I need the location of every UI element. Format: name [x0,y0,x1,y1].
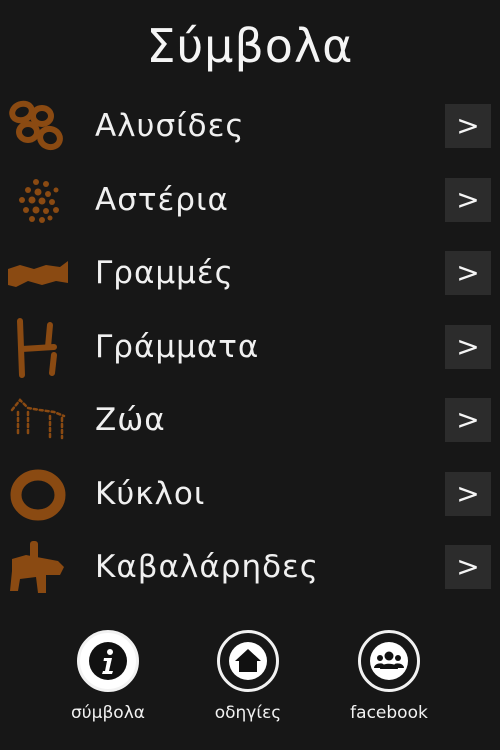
list-item-animals[interactable]: Ζώα > [0,384,500,458]
list-item-circles[interactable]: Κύκλοι > [0,458,500,532]
lines-symbol-icon [6,243,70,305]
chevron-right-button[interactable]: > [445,104,491,148]
symbol-list: Αλυσίδες > Αστέρια > Γραμμές > Γράμματα … [0,90,500,605]
list-item-letters[interactable]: Γράμματα > [0,311,500,385]
rider-symbol-icon [6,537,70,599]
app-screen: Σύμβολα Αλυσίδες > Αστέρια > Γραμμές > Γ… [0,0,500,750]
nav-item-symbols[interactable]: σύμβολα [38,630,178,723]
nav-label: facebook [350,703,428,723]
list-item-label: Κύκλοι [95,475,206,512]
list-item-chains[interactable]: Αλυσίδες > [0,90,500,164]
home-icon[interactable] [217,630,279,692]
chevron-right-button[interactable]: > [445,324,491,369]
nav-item-facebook[interactable]: facebook [319,630,459,723]
list-item-label: Γράμματα [95,328,260,365]
chevron-right-button[interactable]: > [445,398,491,442]
list-item-stars[interactable]: Αστέρια > [0,164,500,238]
list-item-label: Καβαλάρηδες [95,549,320,585]
animal-symbol-icon [6,390,70,452]
circle-symbol-icon [6,464,70,526]
page-title: Σύμβολα [146,19,354,73]
chevron-right-button[interactable]: > [445,545,491,589]
nav-label: σύμβολα [71,703,145,723]
chevron-right-button[interactable]: > [445,471,491,516]
chevron-right-button[interactable]: > [445,177,491,222]
stars-symbol-icon [6,170,70,232]
list-item-riders[interactable]: Καβαλάρηδες > [0,531,500,605]
info-icon[interactable] [77,630,139,692]
letters-symbol-icon [6,317,70,379]
nav-item-instructions[interactable]: οδηγίες [178,630,318,723]
nav-label: οδηγίες [214,703,282,723]
list-item-label: Γραμμές [95,255,234,291]
list-item-label: Ζώα [95,402,166,438]
chain-symbol-icon [6,96,70,158]
chevron-right-button[interactable]: > [445,251,491,295]
list-item-lines[interactable]: Γραμμές > [0,237,500,311]
list-item-label: Αστέρια [95,181,229,218]
list-item-label: Αλυσίδες [95,108,245,144]
group-icon[interactable] [358,630,420,692]
bottom-navigation: σύμβολα οδηγίες facebook [0,630,500,740]
